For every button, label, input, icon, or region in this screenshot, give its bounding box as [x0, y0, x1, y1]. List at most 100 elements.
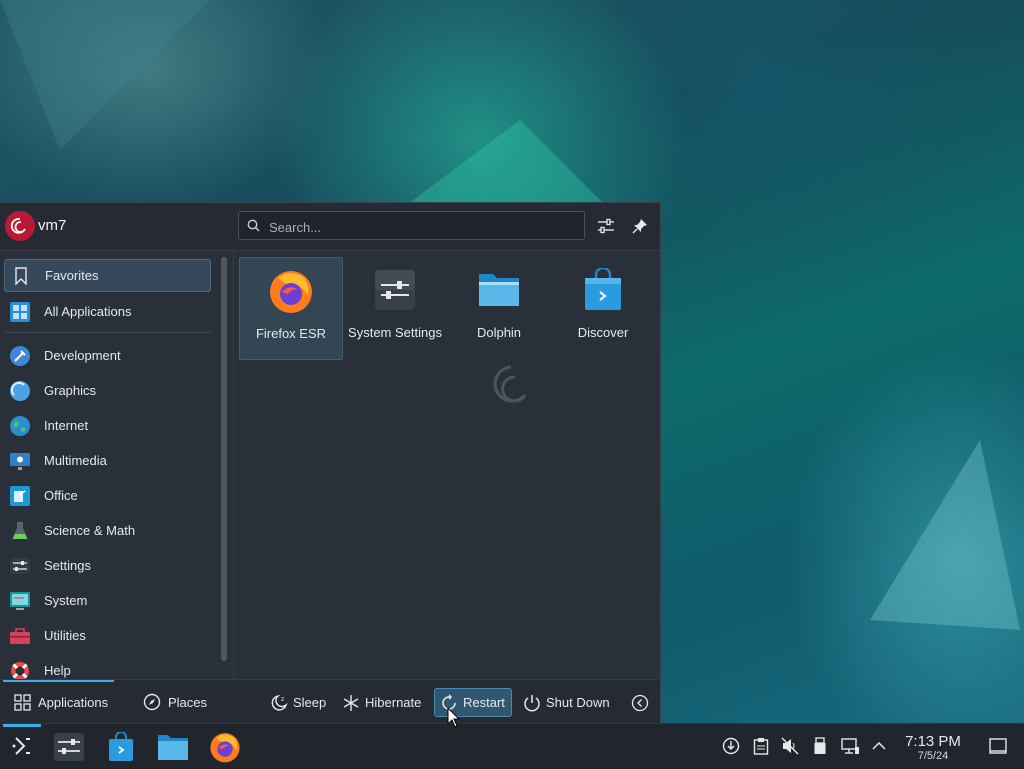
- hibernate-button[interactable]: Hibernate: [337, 688, 425, 717]
- category-label: Utilities: [44, 628, 86, 643]
- pin-icon: [632, 219, 647, 234]
- tray-usb-devices[interactable]: [810, 736, 830, 756]
- category-favorites[interactable]: Favorites: [4, 259, 211, 292]
- tray-volume[interactable]: [780, 736, 800, 756]
- search-icon: [247, 219, 260, 232]
- taskbar-dolphin[interactable]: [155, 729, 191, 765]
- clock-time: 7:13 PM: [905, 733, 961, 750]
- category-sidebar: Favorites All Applications Development G…: [0, 251, 216, 679]
- discover-bag-icon: [109, 732, 133, 761]
- category-graphics[interactable]: Graphics: [4, 374, 211, 407]
- favorites-grid: Firefox ESR System Settings Dolphin Disc…: [234, 251, 660, 679]
- tab-label: Applications: [38, 694, 109, 710]
- graphics-icon: [9, 380, 31, 402]
- category-label: Favorites: [45, 268, 99, 283]
- category-utilities[interactable]: Utilities: [4, 619, 211, 652]
- firefox-icon: [210, 733, 240, 763]
- tab-places[interactable]: Places: [142, 680, 207, 724]
- category-scrollbar[interactable]: [221, 257, 227, 661]
- favorite-firefox-esr[interactable]: Firefox ESR: [239, 257, 343, 360]
- network-wired-icon: [841, 738, 859, 754]
- sleep-label: Sleep: [293, 695, 327, 710]
- hibernate-label: Hibernate: [365, 695, 422, 710]
- user-avatar[interactable]: [5, 211, 35, 241]
- launcher-footer: Applications Places z Sleep Hibernate Re…: [0, 679, 660, 724]
- favorite-dolphin[interactable]: Dolphin: [447, 257, 551, 360]
- search-input[interactable]: [267, 216, 571, 238]
- system-settings-icon: [371, 266, 419, 314]
- firefox-icon: [267, 267, 315, 315]
- settings-icon: [9, 555, 31, 577]
- svg-text:z: z: [281, 696, 284, 703]
- discover-bag-icon: [579, 266, 627, 314]
- restart-label: Restart: [463, 695, 505, 710]
- category-settings[interactable]: Settings: [4, 549, 211, 582]
- tab-applications[interactable]: Applications: [12, 680, 108, 724]
- sleep-button[interactable]: z Sleep: [265, 688, 330, 717]
- compass-icon: [142, 692, 162, 712]
- taskbar-firefox-esr[interactable]: [207, 729, 243, 765]
- wallpaper-shard: [0, 0, 210, 150]
- power-icon: [522, 693, 542, 713]
- help-lifebuoy-icon: [9, 660, 31, 679]
- chevron-up-icon: [872, 741, 886, 750]
- category-multimedia[interactable]: Multimedia: [4, 444, 211, 477]
- category-development[interactable]: Development: [4, 339, 211, 372]
- hibernate-snowflake-icon: [341, 693, 361, 713]
- category-label: Help: [44, 663, 71, 678]
- science-flask-icon: [9, 520, 31, 542]
- clock-date: 7/5/24: [917, 750, 949, 762]
- tab-label: Places: [168, 694, 208, 710]
- category-all-applications[interactable]: All Applications: [4, 295, 211, 328]
- system-settings-icon: [54, 733, 84, 761]
- configure-button[interactable]: [595, 215, 617, 237]
- internet-globe-icon: [9, 415, 31, 437]
- category-label: Settings: [44, 558, 91, 573]
- category-label: Science & Math: [44, 523, 136, 538]
- restart-button[interactable]: Restart: [434, 688, 512, 717]
- category-label: System: [44, 593, 88, 608]
- category-system[interactable]: System: [4, 584, 211, 617]
- category-office[interactable]: Office: [4, 479, 211, 512]
- favorite-label: Dolphin: [476, 325, 522, 340]
- kde-launcher-icon: [12, 737, 30, 755]
- tray-network[interactable]: [840, 736, 860, 756]
- taskbar-discover[interactable]: [103, 729, 139, 765]
- clipboard-icon: [753, 738, 769, 755]
- mouse-pointer-icon: [447, 707, 461, 728]
- taskbar-system-settings[interactable]: [51, 729, 87, 765]
- category-label: Office: [44, 488, 78, 503]
- sleep-moon-icon: z: [269, 693, 289, 713]
- update-icon: [722, 737, 740, 755]
- more-power-options-button[interactable]: [626, 688, 658, 717]
- folder-icon: [475, 266, 523, 314]
- office-icon: [9, 485, 31, 507]
- tray-clipboard[interactable]: [751, 736, 771, 756]
- favorite-system-settings[interactable]: System Settings: [343, 257, 447, 360]
- usb-device-icon: [814, 737, 826, 754]
- pin-button[interactable]: [629, 215, 651, 237]
- category-internet[interactable]: Internet: [4, 409, 211, 442]
- tray-expand[interactable]: [869, 736, 889, 756]
- tray-update[interactable]: [721, 736, 741, 756]
- shut-down-button[interactable]: Shut Down: [518, 688, 614, 717]
- category-help[interactable]: Help: [4, 654, 211, 679]
- category-divider: [6, 332, 211, 333]
- category-label: Internet: [44, 418, 89, 433]
- application-launcher-button[interactable]: [4, 729, 40, 765]
- category-label: Graphics: [44, 383, 97, 398]
- launcher-header: vm7: [0, 203, 660, 251]
- favorite-label: Firefox ESR: [255, 326, 327, 341]
- favorite-discover[interactable]: Discover: [551, 257, 655, 360]
- show-desktop-button[interactable]: [988, 736, 1008, 756]
- category-label: Multimedia: [44, 453, 107, 468]
- favorite-label: System Settings: [348, 325, 442, 340]
- grid-apps-icon: [12, 692, 32, 712]
- search-field[interactable]: [238, 211, 585, 240]
- taskbar: 7:13 PM 7/5/24: [0, 723, 1024, 769]
- show-desktop-icon: [989, 738, 1007, 754]
- chevron-left-icon: [630, 693, 650, 713]
- category-science-math[interactable]: Science & Math: [4, 514, 211, 547]
- user-name: vm7: [38, 217, 67, 234]
- launcher-active-indicator: [3, 724, 41, 727]
